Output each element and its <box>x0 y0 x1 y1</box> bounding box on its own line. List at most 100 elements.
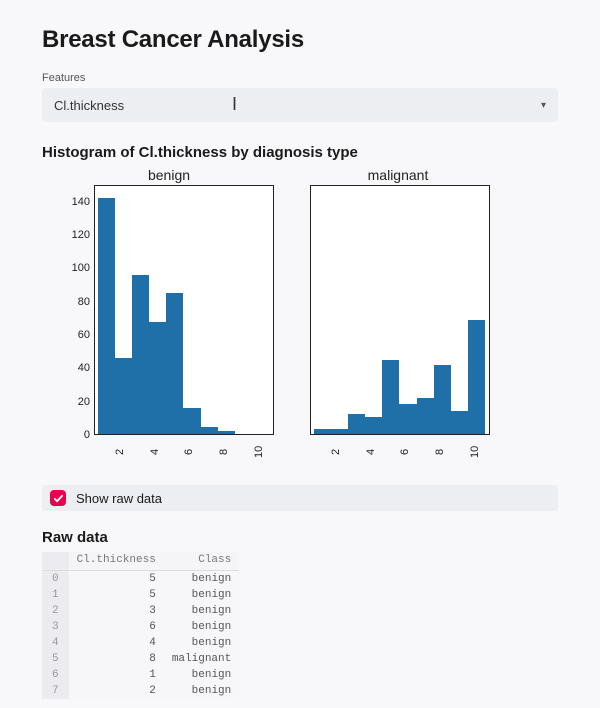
row-feature: 4 <box>69 635 164 651</box>
bar <box>314 429 331 434</box>
y-tick: 80 <box>78 296 90 308</box>
row-feature: 5 <box>69 587 164 603</box>
x-tick <box>451 441 468 463</box>
x-tick: 8 <box>218 441 235 463</box>
bar <box>115 358 132 434</box>
bar <box>399 404 416 434</box>
table-row: 15benign <box>42 587 239 603</box>
bar <box>468 320 485 434</box>
raw-data-table: Cl.thickness Class 05benign15benign23ben… <box>42 552 239 699</box>
bar <box>451 411 468 434</box>
bar <box>365 417 382 434</box>
show-raw-data-label: Show raw data <box>76 491 162 506</box>
text-cursor-icon: I <box>232 94 237 115</box>
checkmark-icon <box>50 490 66 506</box>
bar <box>183 408 200 434</box>
x-tick: 8 <box>434 441 451 463</box>
row-feature: 2 <box>69 683 164 699</box>
raw-data-heading: Raw data <box>42 529 558 546</box>
row-index: 1 <box>42 587 69 603</box>
x-tick <box>313 441 330 463</box>
row-index: 7 <box>42 683 69 699</box>
table-row: 05benign <box>42 571 239 588</box>
row-class: benign <box>164 635 239 651</box>
row-feature: 8 <box>69 651 164 667</box>
table-row: 23benign <box>42 603 239 619</box>
row-index: 0 <box>42 571 69 588</box>
row-class: benign <box>164 587 239 603</box>
y-tick: 60 <box>78 329 90 341</box>
x-tick <box>382 441 399 463</box>
chart-title: benign <box>148 167 190 183</box>
x-tick <box>235 441 252 463</box>
x-tick: 2 <box>114 441 131 463</box>
bar <box>201 427 218 434</box>
x-tick <box>97 441 114 463</box>
bar <box>331 429 348 434</box>
table-row: 61benign <box>42 667 239 683</box>
table-row: 44benign <box>42 635 239 651</box>
row-feature: 1 <box>69 667 164 683</box>
row-index: 6 <box>42 667 69 683</box>
x-tick <box>348 441 365 463</box>
row-class: benign <box>164 571 239 588</box>
plot-area <box>310 185 490 435</box>
x-tick: 4 <box>149 441 166 463</box>
x-tick: 4 <box>365 441 382 463</box>
bar <box>348 414 365 434</box>
row-index: 5 <box>42 651 69 667</box>
x-axis: 2468 10 <box>94 441 274 463</box>
bar <box>382 360 399 434</box>
chart-title: malignant <box>368 167 429 183</box>
y-tick: 120 <box>72 229 90 241</box>
x-tick: 6 <box>183 441 200 463</box>
row-class: malignant <box>164 651 239 667</box>
row-feature: 5 <box>69 571 164 588</box>
x-tick: 2 <box>330 441 347 463</box>
bar <box>149 322 166 434</box>
x-tick: 10 <box>469 441 486 463</box>
row-class: benign <box>164 667 239 683</box>
table-row: 72benign <box>42 683 239 699</box>
table-row: 58malignant <box>42 651 239 667</box>
row-feature: 3 <box>69 603 164 619</box>
chart-benign: benign020406080100120140246810 <box>64 167 274 463</box>
row-class: benign <box>164 603 239 619</box>
bar <box>218 431 235 434</box>
x-tick <box>201 441 218 463</box>
row-index: 4 <box>42 635 69 651</box>
bar <box>417 398 434 434</box>
x-tick: 6 <box>399 441 416 463</box>
x-tick: 10 <box>253 441 270 463</box>
select-label: Features <box>42 72 558 84</box>
x-tick <box>166 441 183 463</box>
chart-malignant: malignant020406080100120140246810 <box>306 167 490 463</box>
chevron-down-icon: ▾ <box>541 100 546 111</box>
show-raw-data-checkbox[interactable]: Show raw data <box>42 485 558 511</box>
bar <box>132 275 149 434</box>
col-class: Class <box>164 552 239 571</box>
bar <box>434 365 451 434</box>
row-index: 2 <box>42 603 69 619</box>
y-tick: 100 <box>72 262 90 274</box>
histogram-heading: Histogram of Cl.thickness by diagnosis t… <box>42 144 558 161</box>
x-tick <box>417 441 434 463</box>
y-tick: 140 <box>72 196 90 208</box>
bar <box>98 198 115 434</box>
features-select-value: Cl.thickness <box>54 98 124 113</box>
y-axis: 020406080100120140 <box>64 185 94 435</box>
x-axis: 2468 10 <box>310 441 490 463</box>
x-tick <box>132 441 149 463</box>
row-index: 3 <box>42 619 69 635</box>
table-row: 36benign <box>42 619 239 635</box>
col-feature: Cl.thickness <box>69 552 164 571</box>
y-tick: 20 <box>78 396 90 408</box>
plot-area <box>94 185 274 435</box>
y-tick: 0 <box>84 429 90 441</box>
charts-container: benign020406080100120140246810malignant0… <box>64 167 558 463</box>
col-index <box>42 552 69 571</box>
features-select[interactable]: Cl.thickness ▾ I <box>42 88 558 122</box>
page-title: Breast Cancer Analysis <box>42 26 558 54</box>
bar <box>166 293 183 434</box>
row-feature: 6 <box>69 619 164 635</box>
